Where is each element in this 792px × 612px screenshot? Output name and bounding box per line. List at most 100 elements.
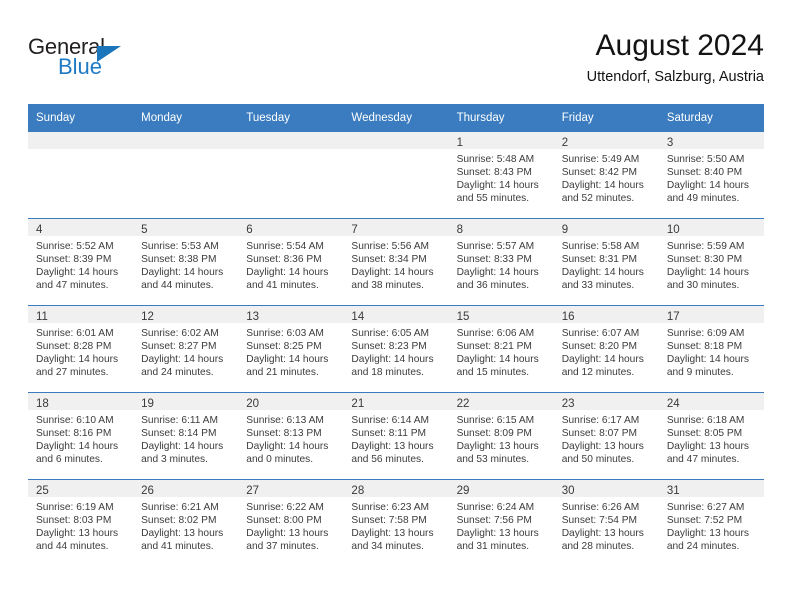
logo-text-blue: Blue	[58, 54, 103, 79]
daylight-text-line2: and 55 minutes.	[456, 193, 530, 205]
calendar-day-cell[interactable]: 1 Sunrise: 5:48 AM Sunset: 8:43 PM Daylight…	[448, 132, 554, 219]
day-details: Sunrise: 6:13 AM Sunset: 8:13 PM Daylight:…	[238, 410, 343, 466]
day-number: 15	[456, 311, 470, 323]
calendar-day-cell[interactable]: 26 Sunrise: 6:21 AM Sunset: 8:02 PM Dayligh…	[133, 479, 239, 566]
daylight-text-line1: Daylight: 13 hours	[36, 528, 119, 540]
sunset-text: Sunset: 8:20 PM	[561, 341, 638, 353]
calendar-day-cell[interactable]: 21 Sunrise: 6:14 AM Sunset: 8:11 PM Dayligh…	[343, 392, 449, 480]
daylight-text-line2: and 18 minutes.	[351, 367, 424, 379]
day-number-bar: 2	[553, 132, 659, 149]
day-number: 2	[561, 137, 569, 149]
day-details: Sunrise: 5:49 AM Sunset: 8:42 PM Daylight:…	[554, 149, 659, 205]
calendar-day-cell[interactable]: 15 Sunrise: 6:06 AM Sunset: 8:21 PM Dayligh…	[448, 305, 554, 393]
daylight-text-line2: and 15 minutes.	[456, 367, 530, 379]
day-details: Sunrise: 6:18 AM Sunset: 8:05 PM Daylight:…	[659, 410, 764, 466]
calendar-day-cell[interactable]: 27 Sunrise: 6:22 AM Sunset: 8:00 PM Dayligh…	[238, 479, 344, 566]
calendar-week-row: 11 Sunrise: 6:01 AM Sunset: 8:28 PM Dayligh…	[28, 305, 764, 393]
calendar-day-cell[interactable]: 14 Sunrise: 6:05 AM Sunset: 8:23 PM Dayligh…	[343, 305, 449, 393]
calendar-day-cell[interactable]: 4 Sunrise: 5:52 AM Sunset: 8:39 PM Daylight…	[28, 218, 134, 306]
day-details: Sunrise: 6:14 AM Sunset: 8:11 PM Daylight:…	[343, 410, 448, 466]
calendar-day-cell[interactable]: 28 Sunrise: 6:23 AM Sunset: 7:58 PM Dayligh…	[343, 479, 449, 566]
day-number-bar: 18	[28, 393, 134, 410]
sunset-text: Sunset: 8:02 PM	[141, 515, 217, 527]
calendar-day-cell[interactable]: 22 Sunrise: 6:15 AM Sunset: 8:09 PM Dayligh…	[448, 392, 554, 480]
daylight-text-line1: Daylight: 13 hours	[141, 528, 224, 540]
calendar-day-cell[interactable]: 3 Sunrise: 5:50 AM Sunset: 8:40 PM Daylight…	[658, 132, 764, 219]
calendar-day-cell[interactable]: 8 Sunrise: 5:57 AM Sunset: 8:33 PM Daylight…	[448, 218, 554, 306]
calendar-day-cell[interactable]: 18 Sunrise: 6:10 AM Sunset: 8:16 PM Dayligh…	[28, 392, 134, 480]
day-number-bar: 24	[658, 393, 764, 410]
daylight-text-line1: Daylight: 14 hours	[666, 267, 749, 279]
calendar-day-cell[interactable]: 24 Sunrise: 6:18 AM Sunset: 8:05 PM Dayligh…	[658, 392, 764, 480]
day-number-bar: 20	[238, 393, 344, 410]
sunrise-text: Sunrise: 6:05 AM	[351, 328, 430, 339]
calendar-day-cell[interactable]: 19 Sunrise: 6:11 AM Sunset: 8:14 PM Dayligh…	[133, 392, 239, 480]
calendar-day-cell[interactable]: 10 Sunrise: 5:59 AM Sunset: 8:30 PM Dayligh…	[658, 218, 764, 306]
calendar-day-cell[interactable]: 2 Sunrise: 5:49 AM Sunset: 8:42 PM Daylight…	[553, 132, 659, 219]
day-number: 17	[666, 311, 680, 323]
sunrise-text: Sunrise: 6:27 AM	[666, 502, 745, 513]
day-number-bar: 28	[343, 480, 449, 497]
calendar-day-cell[interactable]: 6 Sunrise: 5:54 AM Sunset: 8:36 PM Daylight…	[238, 218, 344, 306]
calendar-day-cell[interactable]: 25 Sunrise: 6:19 AM Sunset: 8:03 PM Dayligh…	[28, 479, 134, 566]
daylight-text-line2: and 37 minutes.	[246, 541, 319, 553]
daylight-text-line1: Daylight: 14 hours	[351, 354, 434, 366]
calendar-day-cell[interactable]: 17 Sunrise: 6:09 AM Sunset: 8:18 PM Dayligh…	[658, 305, 764, 393]
day-number-bar: 27	[238, 480, 344, 497]
daylight-text-line2: and 44 minutes.	[36, 541, 109, 553]
daylight-text-line1: Daylight: 13 hours	[561, 441, 644, 453]
sunset-text: Sunset: 8:40 PM	[666, 167, 743, 179]
calendar-day-cell[interactable]: 31 Sunrise: 6:27 AM Sunset: 7:52 PM Dayligh…	[658, 479, 764, 566]
calendar-day-cell[interactable]: 12 Sunrise: 6:02 AM Sunset: 8:27 PM Dayligh…	[133, 305, 239, 393]
sunrise-text: Sunrise: 6:10 AM	[36, 415, 114, 426]
calendar-day-cell[interactable]: 20 Sunrise: 6:13 AM Sunset: 8:13 PM Dayligh…	[238, 392, 344, 480]
calendar-week-row: 4 Sunrise: 5:52 AM Sunset: 8:39 PM Daylight…	[28, 218, 764, 306]
day-details: Sunrise: 6:01 AM Sunset: 8:28 PM Daylight:…	[28, 323, 133, 379]
weekday-header-row: Sunday Monday Tuesday Wednesday Thursday…	[28, 104, 764, 132]
day-number-bar: 3	[658, 132, 764, 149]
calendar-day-cell[interactable]: 11 Sunrise: 6:01 AM Sunset: 8:28 PM Dayligh…	[28, 305, 134, 393]
daylight-text-line1: Daylight: 13 hours	[351, 441, 434, 453]
day-details: Sunrise: 5:58 AM Sunset: 8:31 PM Daylight:…	[554, 236, 659, 292]
day-details: Sunrise: 5:56 AM Sunset: 8:34 PM Daylight:…	[343, 236, 448, 292]
sunset-text: Sunset: 8:27 PM	[141, 341, 217, 353]
sunset-text: Sunset: 8:30 PM	[666, 254, 743, 266]
sunrise-text: Sunrise: 5:53 AM	[141, 241, 219, 252]
day-details: Sunrise: 6:23 AM Sunset: 7:58 PM Daylight:…	[343, 497, 448, 553]
day-number-bar: 31	[658, 480, 764, 497]
day-number-bar	[28, 132, 134, 149]
weekday-header-monday: Monday	[133, 104, 239, 132]
sunset-text: Sunset: 8:11 PM	[351, 428, 426, 440]
day-details: Sunrise: 6:17 AM Sunset: 8:07 PM Daylight:…	[554, 410, 659, 466]
sunset-text: Sunset: 8:21 PM	[456, 341, 532, 353]
calendar-day-cell[interactable]: 23 Sunrise: 6:17 AM Sunset: 8:07 PM Dayligh…	[553, 392, 659, 480]
daylight-text-line2: and 47 minutes.	[36, 280, 109, 292]
day-number: 25	[36, 485, 49, 497]
daylight-text-line2: and 33 minutes.	[561, 280, 635, 292]
calendar-day-cell[interactable]: 29 Sunrise: 6:24 AM Sunset: 7:56 PM Dayligh…	[448, 479, 554, 566]
sunrise-text: Sunrise: 6:21 AM	[141, 502, 219, 513]
day-number-bar: 14	[343, 306, 449, 323]
calendar-day-cell[interactable]: 9 Sunrise: 5:58 AM Sunset: 8:31 PM Daylight…	[553, 218, 659, 306]
daylight-text-line1: Daylight: 13 hours	[456, 441, 539, 453]
calendar-day-cell[interactable]: 30 Sunrise: 6:26 AM Sunset: 7:54 PM Dayligh…	[553, 479, 659, 566]
day-number-bar: 11	[28, 306, 134, 323]
calendar-day-cell[interactable]: 5 Sunrise: 5:53 AM Sunset: 8:38 PM Daylight…	[133, 218, 239, 306]
weekday-header-thursday: Thursday	[448, 104, 554, 132]
calendar-day-cell[interactable]: 16 Sunrise: 6:07 AM Sunset: 8:20 PM Dayligh…	[553, 305, 659, 393]
calendar-day-cell[interactable]: 7 Sunrise: 5:56 AM Sunset: 8:34 PM Daylight…	[343, 218, 449, 306]
sunset-text: Sunset: 8:13 PM	[246, 428, 322, 440]
calendar-day-cell[interactable]: 13 Sunrise: 6:03 AM Sunset: 8:25 PM Dayligh…	[238, 305, 344, 393]
daylight-text-line2: and 24 minutes.	[666, 541, 740, 553]
sunrise-text: Sunrise: 6:22 AM	[246, 502, 324, 513]
sunset-text: Sunset: 8:14 PM	[141, 428, 217, 440]
sunrise-text: Sunrise: 6:11 AM	[141, 415, 218, 426]
daylight-text-line1: Daylight: 13 hours	[666, 441, 749, 453]
day-number: 24	[666, 398, 680, 410]
day-number-bar	[133, 132, 239, 149]
general-blue-logo[interactable]: General Blue	[28, 34, 248, 86]
daylight-text-line2: and 52 minutes.	[561, 193, 635, 205]
location-subtitle: Uttendorf, Salzburg, Austria	[586, 69, 764, 85]
sunset-text: Sunset: 7:58 PM	[351, 515, 427, 527]
day-number: 21	[351, 398, 365, 410]
